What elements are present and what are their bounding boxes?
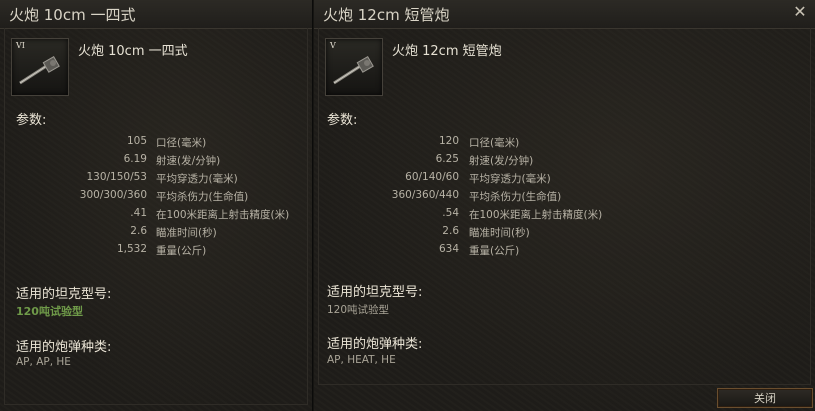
compare-panel-left: 火炮 10cm 一四式 VI 火炮 10cm 一四式 参数: 105 口径(毫米… (0, 0, 313, 411)
spec-label: 平均穿透力(毫米) (156, 173, 238, 185)
gun-icon (333, 55, 374, 85)
tank-link[interactable]: 120吨试验型 (16, 303, 83, 319)
titlebar-right: 火炮 12cm 短管炮 ✕ (314, 0, 815, 29)
spec-label: 重量(公斤) (156, 245, 207, 257)
compare-panel-right: 火炮 12cm 短管炮 ✕ V 火炮 12cm 短管炮 参数: 120 口径(毫… (314, 0, 815, 411)
tanks-heading: 适用的坦克型号: (16, 287, 112, 302)
gun-icon (19, 55, 60, 85)
window-title: 火炮 10cm 一四式 (9, 6, 136, 24)
spec-value: 2.6 (130, 225, 147, 237)
spec-label: 射速(发/分钟) (156, 155, 221, 167)
spec-label: 平均杀伤力(生命值) (156, 191, 249, 203)
spec-value: 634 (438, 243, 459, 255)
gun-name: 火炮 12cm 短管炮 (392, 44, 502, 59)
titlebar-left: 火炮 10cm 一四式 (0, 0, 312, 29)
tanks-heading: 适用的坦克型号: (327, 285, 423, 300)
shells-heading: 适用的炮弹种类: (16, 340, 112, 355)
spec-label: 瞄准时间(秒) (469, 227, 530, 239)
spec-label: 重量(公斤) (469, 245, 520, 257)
spec-value: 105 (126, 135, 147, 147)
spec-label: 瞄准时间(秒) (156, 227, 217, 239)
gun-thumbnail: VI (11, 38, 69, 96)
params-heading: 参数: (16, 113, 47, 128)
spec-value: 1,532 (116, 243, 147, 255)
shells-value: AP, AP, HE (16, 356, 71, 368)
shells-value: AP, HEAT, HE (327, 354, 396, 366)
params-heading: 参数: (327, 113, 358, 128)
tier-label: VI (16, 41, 25, 50)
spec-value: 6.25 (435, 153, 459, 165)
window-title: 火炮 12cm 短管炮 (323, 6, 450, 24)
close-button[interactable]: 关闭 (717, 388, 813, 408)
spec-label: 平均杀伤力(生命值) (469, 191, 562, 203)
spec-value: 6.19 (123, 153, 147, 165)
spec-value: 60/140/60 (405, 171, 459, 183)
spec-value: 2.6 (442, 225, 459, 237)
spec-value: .41 (130, 207, 147, 219)
spec-label: 口径(毫米) (156, 137, 207, 149)
spec-label: 平均穿透力(毫米) (469, 173, 551, 185)
spec-value: 120 (438, 135, 459, 147)
spec-label: 口径(毫米) (469, 137, 520, 149)
spec-label: 在100米距离上射击精度(米) (469, 209, 603, 221)
tanks-value: 120吨试验型 (327, 304, 390, 316)
spec-value: .54 (442, 207, 459, 219)
spec-value: 300/300/360 (79, 189, 147, 201)
spec-value: 360/360/440 (391, 189, 459, 201)
spec-label: 在100米距离上射击精度(米) (156, 209, 290, 221)
shells-heading: 适用的炮弹种类: (327, 337, 423, 352)
gun-name: 火炮 10cm 一四式 (78, 44, 188, 59)
spec-label: 射速(发/分钟) (469, 155, 534, 167)
gun-thumbnail: V (325, 38, 383, 96)
tier-label: V (330, 41, 336, 50)
spec-value: 130/150/53 (86, 171, 147, 183)
close-icon[interactable]: ✕ (791, 3, 809, 21)
